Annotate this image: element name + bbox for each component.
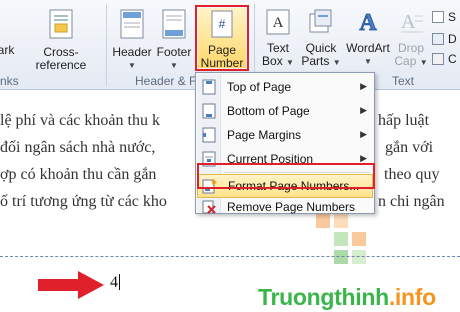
links-group-label: nks (0, 74, 19, 88)
doc-text-line-1-right: hấp luật (378, 112, 430, 129)
highlight-box-page-number (195, 5, 249, 71)
signature-line-icon (432, 11, 444, 23)
date-time-icon (432, 33, 444, 45)
chevron-down-icon: ▼ (286, 58, 294, 67)
text-box-label-2-text: Box (262, 54, 283, 68)
date-time-label: D (448, 32, 457, 46)
bookmark-label: ark (0, 43, 15, 57)
menu-item-label: Top of Page (227, 80, 292, 94)
doc-text-line-2-left: đối ngân sách nhà nước, (0, 139, 156, 156)
drop-cap-icon: A (401, 11, 423, 33)
submenu-arrow-icon: ▶ (360, 105, 367, 115)
menu-item-label: Bottom of Page (227, 104, 310, 118)
cross-reference-button[interactable]: Cross-reference (20, 8, 102, 72)
text-box-label-2: Box ▼ (260, 55, 296, 69)
header-icon (120, 9, 144, 39)
brand-green-text: Truongthinh (258, 284, 389, 310)
remove-page-numbers-icon (197, 200, 221, 214)
wordart-label: WordArt (346, 41, 390, 55)
text-box-button[interactable]: A Text Box ▼ (260, 8, 296, 69)
red-arrow-icon (38, 271, 104, 299)
submenu-arrow-icon: ▶ (360, 81, 367, 91)
drop-cap-label-2: Cap ▼ (394, 55, 428, 69)
object-label: C (448, 52, 457, 66)
footer-icon (162, 9, 186, 39)
wordart-icon: A (359, 10, 378, 37)
menu-item-top-of-page[interactable]: Top of Page ▶ (197, 75, 373, 99)
text-box-icon: A (266, 9, 290, 35)
menu-item-label: Page Margins (227, 128, 302, 142)
date-time-button[interactable]: D (432, 32, 457, 46)
highlight-box-format-page-numbers (197, 163, 375, 189)
svg-text:A: A (401, 11, 416, 33)
object-icon (432, 53, 444, 65)
quick-parts-icon (309, 9, 332, 33)
doc-text-line-1-left: lệ phí và các khoản thu k (0, 112, 160, 129)
quick-parts-label-2: Parts ▼ (300, 55, 342, 69)
svg-text:A: A (359, 10, 377, 36)
top-of-page-icon (197, 79, 221, 95)
header-footer-group-label: Header & F (135, 74, 197, 88)
menu-item-page-margins[interactable]: Page Margins ▶ (197, 123, 373, 147)
cross-reference-icon (49, 9, 73, 39)
page-number-value: 4 (110, 274, 118, 291)
chevron-down-icon: ▼ (419, 58, 428, 67)
bottom-of-page-icon (197, 103, 221, 119)
svg-text:A: A (273, 15, 284, 31)
doc-text-line-2-right: gắn với (385, 139, 434, 156)
footer-button[interactable]: Footer ▼ (154, 8, 194, 72)
signature-line-label: S (448, 10, 457, 24)
signature-line-button[interactable]: S (432, 10, 456, 24)
menu-item-label: Remove Page Numbers (227, 200, 356, 214)
header-button[interactable]: Header ▼ (112, 8, 152, 72)
header-label: Header (112, 45, 152, 59)
watermark-logo-icon (316, 214, 366, 264)
watermark-brand: Truongthinh.info (258, 284, 436, 311)
drop-cap-label-2-text: Cap (394, 54, 417, 68)
word-window: ark Cross-reference Header ▼ Footer ▼ # … (0, 0, 460, 312)
text-group-label: Text (392, 74, 415, 88)
quick-parts-label-2-text: Parts (301, 54, 330, 68)
wordart-button[interactable]: A WordArt ▼ (344, 8, 392, 68)
page-number-menu: Top of Page ▶ Bottom of Page ▶ Page Marg… (195, 72, 375, 214)
footer-boundary (0, 256, 460, 257)
chevron-down-icon: ▼ (128, 61, 136, 70)
submenu-arrow-icon: ▶ (360, 129, 367, 139)
doc-text-line-3-right: theo quy (384, 166, 440, 183)
brand-orange-text: .info (388, 284, 436, 310)
page-margins-icon (197, 127, 221, 143)
menu-item-remove-page-numbers[interactable]: Remove Page Numbers (197, 199, 373, 215)
group-separator (106, 4, 107, 86)
footer-label: Footer (156, 45, 192, 59)
chevron-down-icon: ▼ (332, 58, 341, 67)
chevron-down-icon: ▼ (364, 57, 372, 66)
doc-text-line-3-left: ợp có khoản thu cần gắn (0, 166, 157, 183)
object-button[interactable]: C (432, 52, 457, 66)
menu-item-bottom-of-page[interactable]: Bottom of Page ▶ (197, 99, 373, 123)
bookmark-button[interactable]: ark (0, 44, 16, 57)
text-cursor (119, 274, 120, 290)
page-number-field[interactable]: 4 (110, 274, 120, 292)
chevron-down-icon: ▼ (170, 61, 178, 70)
drop-cap-button[interactable]: A Drop Cap ▼ (394, 8, 428, 69)
doc-text-line-4-right: n chi ngân (378, 193, 445, 210)
quick-parts-button[interactable]: Quick Parts ▼ (300, 8, 342, 69)
cross-reference-label: Cross-reference (35, 45, 87, 72)
doc-text-line-4-left: ố trí tương ứng từ các kho (0, 193, 167, 210)
